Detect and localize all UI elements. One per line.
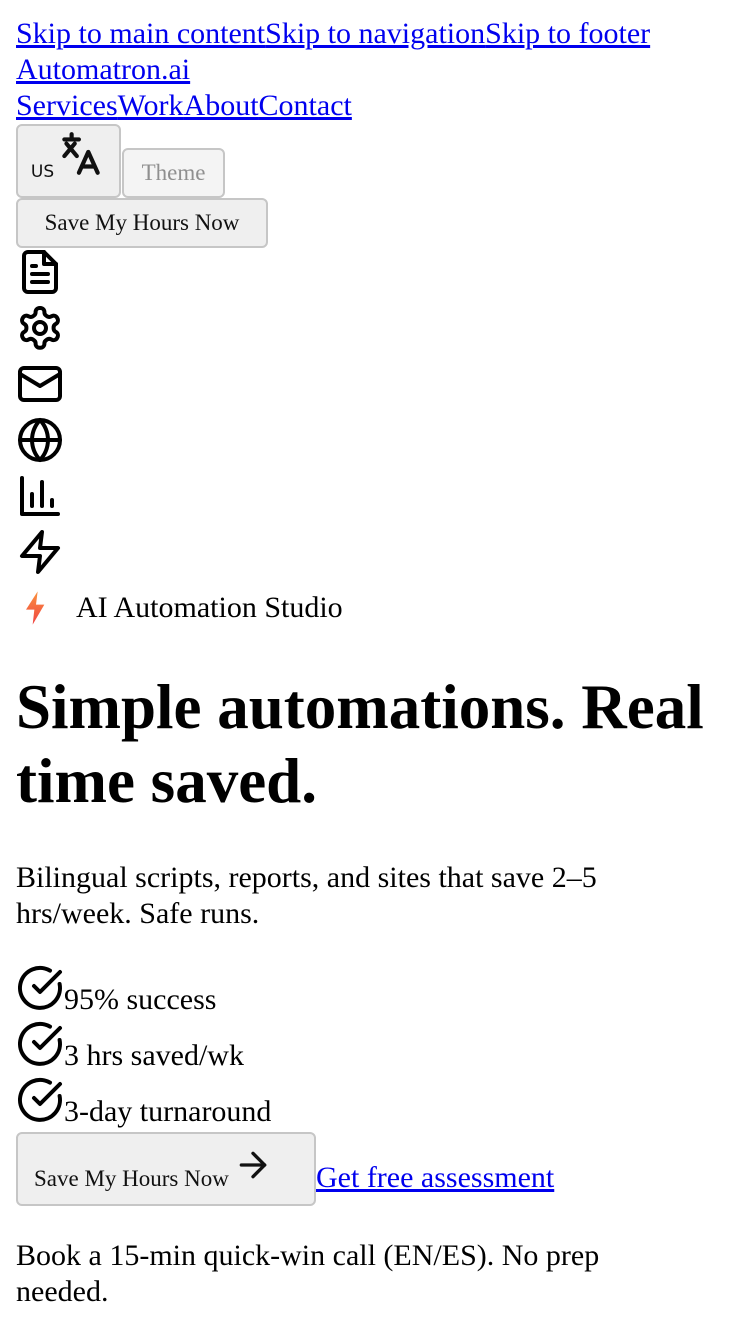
language-button[interactable]: US — [16, 124, 121, 198]
skip-to-navigation-link[interactable]: Skip to navigation — [265, 17, 485, 50]
mail-icon — [16, 360, 64, 408]
nav-work[interactable]: Work — [118, 89, 184, 122]
hero-subtitle: Bilingual scripts, reports, and sites th… — [16, 861, 597, 930]
stat-label: 95% success — [64, 983, 217, 1016]
arrow-right-icon — [239, 1151, 267, 1179]
header-save-hours-button[interactable]: Save My Hours Now — [16, 198, 268, 248]
logo-row: Automatron.ai — [16, 52, 190, 88]
save-hours-label: Save My Hours Now — [34, 1166, 229, 1191]
main-nav: ServicesWorkAboutContact — [16, 88, 352, 124]
lightning-icon — [16, 528, 64, 576]
skip-links: Skip to main contentSkip to navigationSk… — [16, 16, 650, 52]
booking-note: Book a 15-min quick-win call (EN/ES). No… — [16, 1239, 600, 1308]
language-code: US — [30, 162, 55, 182]
nav-contact[interactable]: Contact — [259, 89, 352, 122]
theme-button[interactable]: Theme — [122, 148, 225, 198]
free-assessment-link[interactable]: Get free assessment — [316, 1160, 554, 1196]
stat-item: 95% success — [16, 962, 271, 1018]
stat-item: 3 hrs saved/wk — [16, 1018, 271, 1074]
skip-to-main-link[interactable]: Skip to main content — [16, 17, 265, 50]
gear-icon — [16, 304, 64, 352]
translate-icon — [62, 132, 100, 175]
bar-chart-icon — [16, 472, 64, 520]
hero-cta-row: Save My Hours Now Get free assessment — [16, 1132, 734, 1206]
nav-about[interactable]: About — [184, 89, 259, 122]
globe-icon — [16, 416, 64, 464]
nav-services[interactable]: Services — [16, 89, 118, 122]
stat-label: 3 hrs saved/wk — [64, 1039, 244, 1072]
save-hours-button[interactable]: Save My Hours Now — [16, 1132, 316, 1206]
document-icon — [16, 248, 64, 296]
logo-link[interactable]: Automatron.ai — [16, 53, 190, 86]
check-circle-icon — [18, 965, 62, 1010]
hero-tag: AI Automation Studio — [16, 588, 343, 628]
check-circle-icon — [18, 1021, 62, 1066]
hero-stats: 95% success 3 hrs saved/wk 3-day turnaro… — [16, 962, 271, 1130]
hero-tag-label: AI Automation Studio — [76, 591, 343, 624]
lightning-icon — [26, 591, 45, 625]
hero-title: Simple automations. Real time saved. — [16, 672, 704, 816]
check-circle-icon — [18, 1077, 62, 1122]
skip-to-footer-link[interactable]: Skip to footer — [485, 17, 650, 50]
stat-label: 3-day turnaround — [64, 1095, 272, 1128]
stat-item: 3-day turnaround — [16, 1074, 271, 1130]
